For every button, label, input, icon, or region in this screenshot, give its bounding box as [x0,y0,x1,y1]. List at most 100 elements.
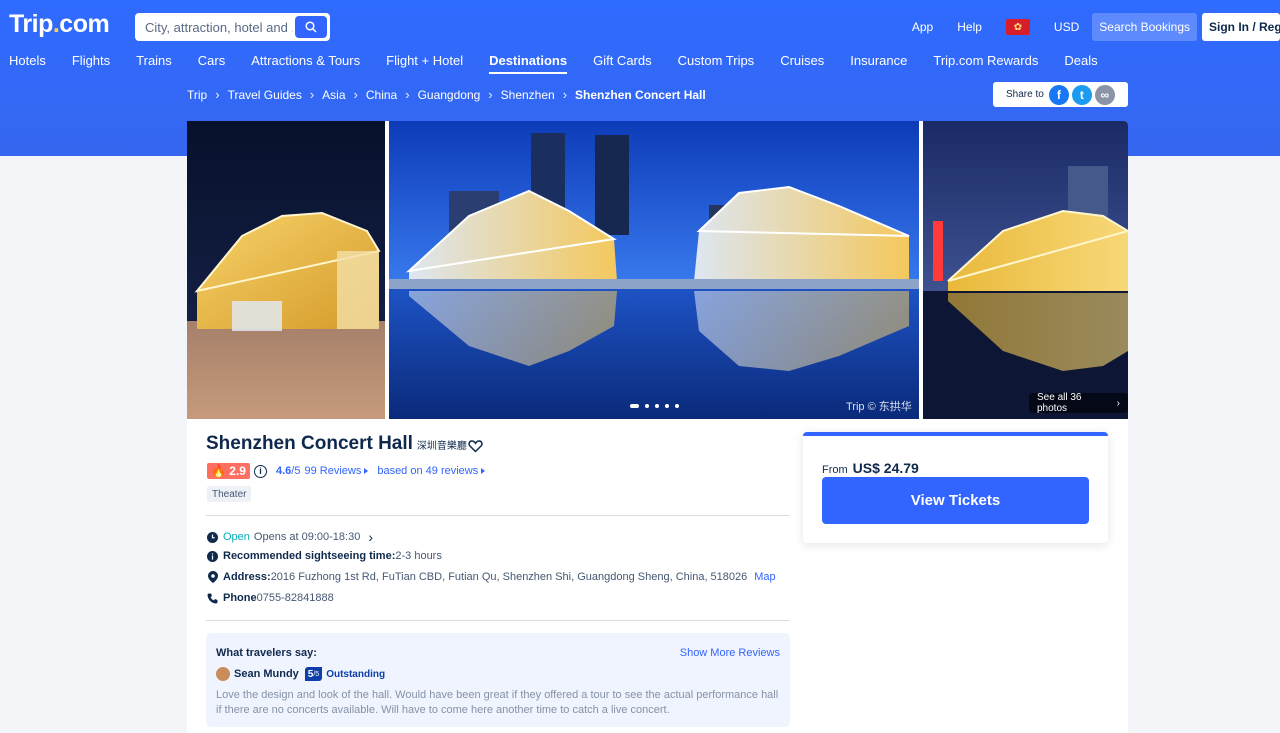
search-input[interactable]: City, attraction, hotel and ... [135,13,330,41]
review-level: Outstanding [326,668,386,680]
pagination-dot[interactable] [665,404,669,408]
sightseeing-time: Recommended sightseeing time: 2-3 hours [207,550,442,562]
breadcrumb: Trip › Travel Guides › Asia › China › Guangd… [187,87,706,102]
review-score-badge: 5/5 [304,667,323,681]
breadcrumb-item[interactable]: Guangdong [418,88,481,102]
breadcrumb-item[interactable]: Travel Guides [228,88,302,102]
reviewer-name: Sean Mundy [234,668,299,680]
divider [206,515,790,516]
app-link[interactable]: App [912,20,933,34]
help-link[interactable]: Help [957,20,982,34]
hong-kong-flag-icon[interactable]: ✿ [1005,19,1030,35]
location-pin-icon [207,571,218,583]
phone-icon [207,593,218,604]
show-more-reviews-link[interactable]: Show More Reviews [680,647,780,659]
nav-hotels[interactable]: Hotels [9,53,46,74]
map-link[interactable]: Map [754,571,775,583]
nav-rewards[interactable]: Trip.com Rewards [933,53,1038,74]
facebook-icon[interactable]: f [1048,84,1069,105]
phone-label: Phone [223,592,257,604]
sightseeing-label: Recommended sightseeing time: [223,550,396,562]
rating-max: /5 [291,465,301,477]
rating-score: 4.6 [275,465,292,477]
search-placeholder[interactable]: City, attraction, hotel and ... [145,20,293,35]
based-on-label: based on 49 reviews [377,465,479,477]
trip-logo[interactable]: Trip.com [9,10,110,39]
breadcrumb-item[interactable]: Asia [322,88,345,102]
currency-selector[interactable]: USD [1054,20,1079,34]
nav-cars[interactable]: Cars [198,53,225,74]
open-status: Open [223,531,250,543]
phone-line: Phone 0755-82841888 [207,592,334,604]
share-bar: Share to f t ∞ [993,82,1128,107]
link-icon[interactable]: ∞ [1094,84,1115,105]
clock-icon [207,531,218,543]
view-tickets-button[interactable]: View Tickets [822,477,1089,524]
breadcrumb-current: Shenzhen Concert Hall [575,87,706,102]
photo-credit: Trip © 东拱华 [846,401,912,413]
pagination-dot[interactable] [645,404,649,408]
breadcrumb-item[interactable]: China [366,88,397,102]
hot-score-badge: 🔥 2.9 [207,463,250,479]
see-all-photos-button[interactable]: See all 36 photos › [1029,392,1128,414]
main-nav: Hotels Flights Trains Cars Attractions &… [9,53,1124,74]
nav-gift-cards[interactable]: Gift Cards [593,53,652,74]
triangle-right-icon [364,468,369,475]
breadcrumb-item[interactable]: Shenzhen [501,88,555,102]
opening-hours[interactable]: Open Opens at 09:00-18:30 › [207,529,373,545]
twitter-icon[interactable]: t [1071,84,1092,105]
info-icon[interactable]: i [253,464,267,478]
chevron-right-icon: › [488,87,493,102]
reviews-link[interactable]: 99 Reviews [304,465,369,477]
share-label: Share to [1006,89,1044,100]
based-on-link[interactable]: based on 49 reviews [377,465,486,477]
gallery-photo[interactable] [187,121,385,419]
pagination-dot[interactable] [655,404,659,408]
heart-icon[interactable] [468,439,483,453]
nav-custom-trips[interactable]: Custom Trips [678,53,755,74]
chevron-right-icon: › [353,87,358,102]
chevron-right-icon: › [309,87,315,102]
hours-text: Opens at 09:00-18:30 [253,531,361,543]
nav-flight-hotel[interactable]: Flight + Hotel [386,53,463,74]
ticket-price-card: From US$ 24.79 View Tickets [803,432,1108,543]
price-value: US$ 24.79 [852,460,919,476]
from-label: From [822,464,848,476]
sign-in-button[interactable]: Sign In / Register [1202,13,1280,41]
attraction-name: Shenzhen Concert Hall [206,433,413,454]
gallery-pagination [630,404,685,408]
search-icon [305,21,317,33]
address-value: 2016 Fuzhong 1st Rd, FuTian CBD, Futian … [270,571,748,583]
nav-destinations[interactable]: Destinations [489,53,568,74]
nav-insurance[interactable]: Insurance [850,53,907,74]
hot-score-value: 2.9 [229,464,246,478]
attraction-local-name: 深圳音樂廳 [416,441,467,452]
address-line: Address: 2016 Fuzhong 1st Rd, FuTian CBD… [207,571,776,583]
breadcrumb-item[interactable]: Trip [187,88,207,102]
chevron-right-icon[interactable]: › [368,529,373,545]
nav-trains[interactable]: Trains [136,53,172,74]
rating-row: 🔥 2.9 i 4.6 /5 99 Reviews based on 49 re… [207,463,486,479]
info-circle-icon [207,550,218,562]
top-right-menu: App Help ✿ USD Search Bookings Sign In /… [900,13,1280,41]
gallery-photo-main[interactable] [389,121,919,419]
nav-attractions-tours[interactable]: Attractions & Tours [251,53,360,74]
pagination-dot[interactable] [675,404,679,408]
nav-cruises[interactable]: Cruises [780,53,824,74]
nav-deals[interactable]: Deals [1064,53,1097,74]
address-label: Address: [223,571,271,583]
sightseeing-value: 2-3 hours [395,550,442,562]
nav-flights[interactable]: Flights [72,53,110,74]
fire-icon: 🔥 [211,464,226,478]
review-score-max: /5 [313,670,320,678]
divider [206,620,790,621]
gallery-photo[interactable] [923,121,1128,419]
pagination-dot[interactable] [630,404,639,408]
category-tag: Theater [207,486,252,502]
search-bookings-button[interactable]: Search Bookings [1092,13,1197,41]
review-text: Love the design and look of the hall. Wo… [216,689,779,716]
search-button[interactable] [295,16,327,38]
chevron-right-icon: › [562,87,568,102]
chevron-right-icon: › [405,87,410,102]
price-line: From US$ 24.79 [822,460,919,476]
